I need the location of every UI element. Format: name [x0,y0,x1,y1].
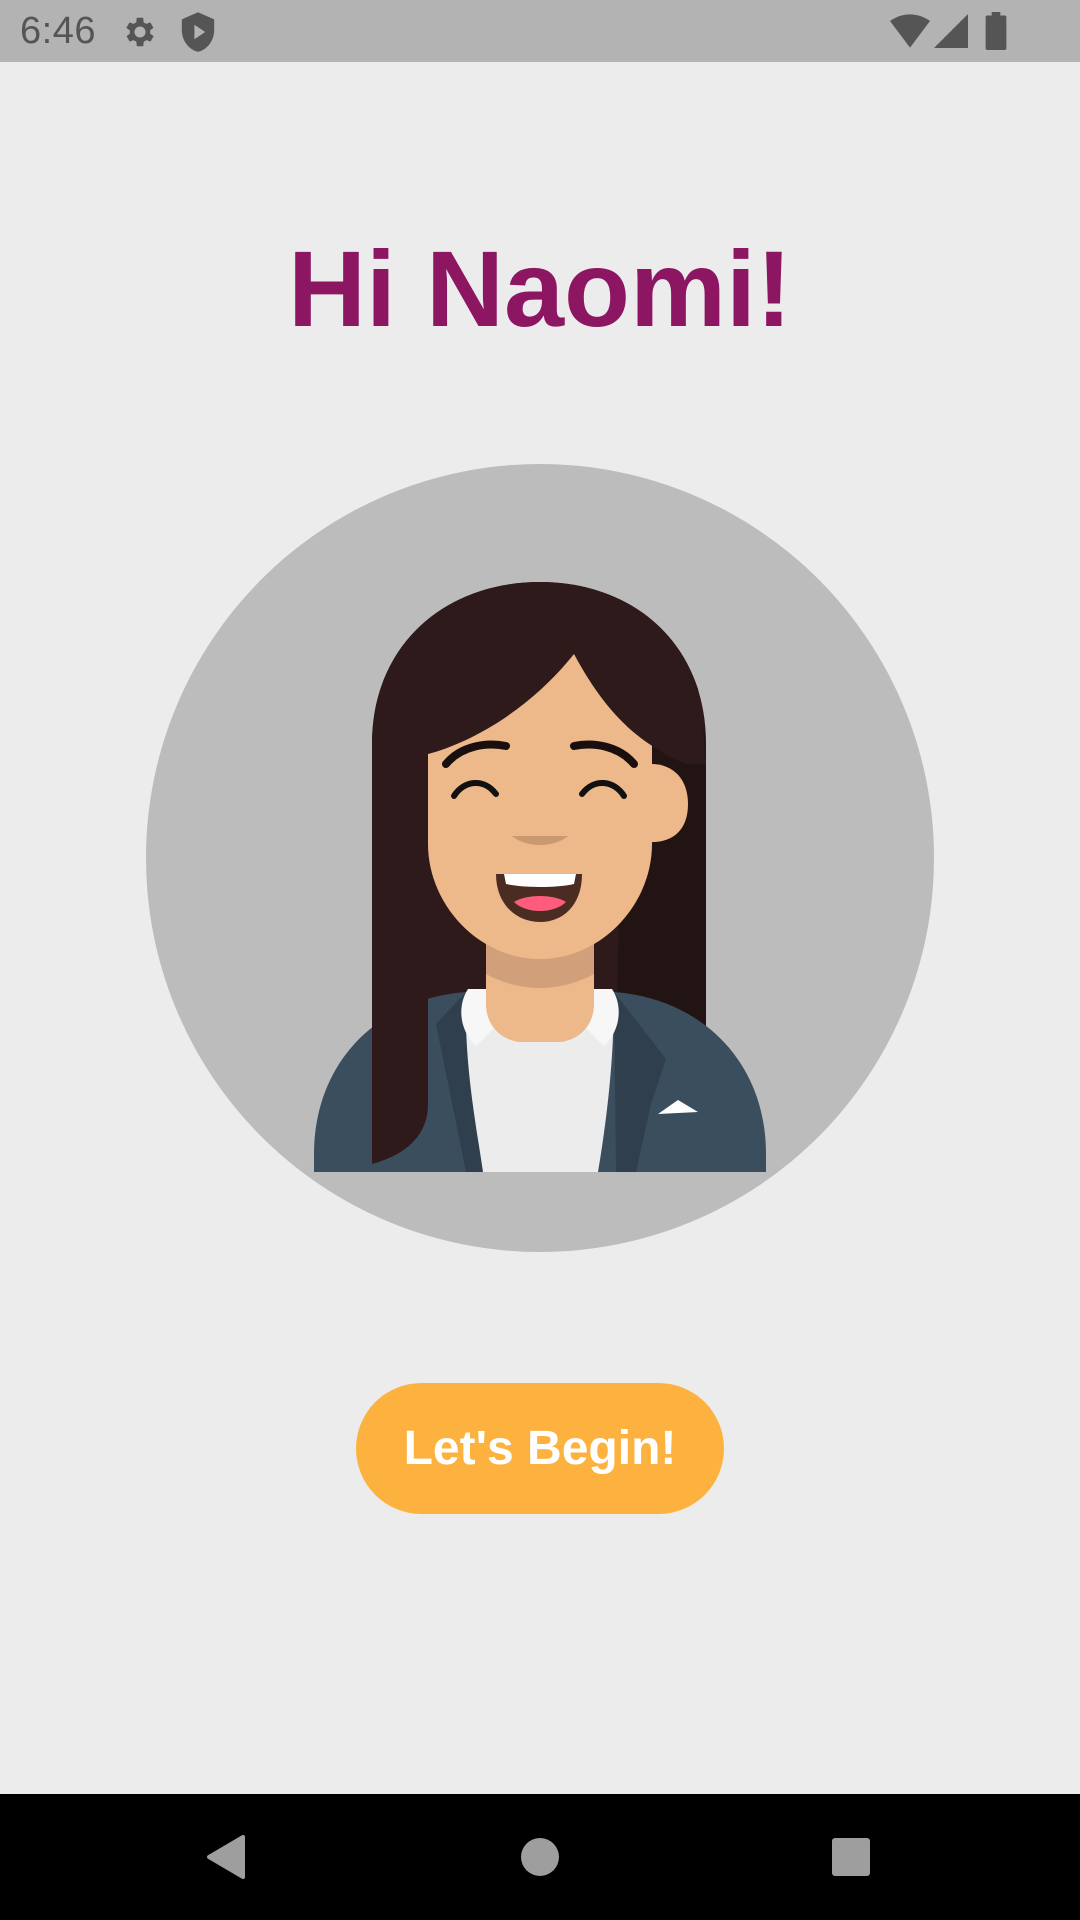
recents-button[interactable] [781,1794,921,1920]
wifi-icon [890,14,930,53]
navigation-bar [0,1794,1080,1920]
recents-icon [832,1838,870,1876]
status-time: 6:46 [20,10,96,52]
battery-icon [985,12,1007,55]
cellular-signal-icon [934,14,968,53]
home-icon [521,1838,559,1876]
home-button[interactable] [470,1794,610,1920]
woman-avatar-illustration [146,464,934,1252]
welcome-screen: 6:46 Hi Naomi! Let's Begin! [0,0,1080,1920]
play-protect-icon [180,12,216,57]
back-icon [207,1835,245,1879]
status-bar: 6:46 [0,0,1080,62]
back-button[interactable] [155,1794,295,1920]
lets-begin-button[interactable]: Let's Begin! [356,1383,724,1514]
avatar [146,464,934,1252]
greeting-title: Hi Naomi! [287,228,793,349]
gear-icon [121,13,159,56]
